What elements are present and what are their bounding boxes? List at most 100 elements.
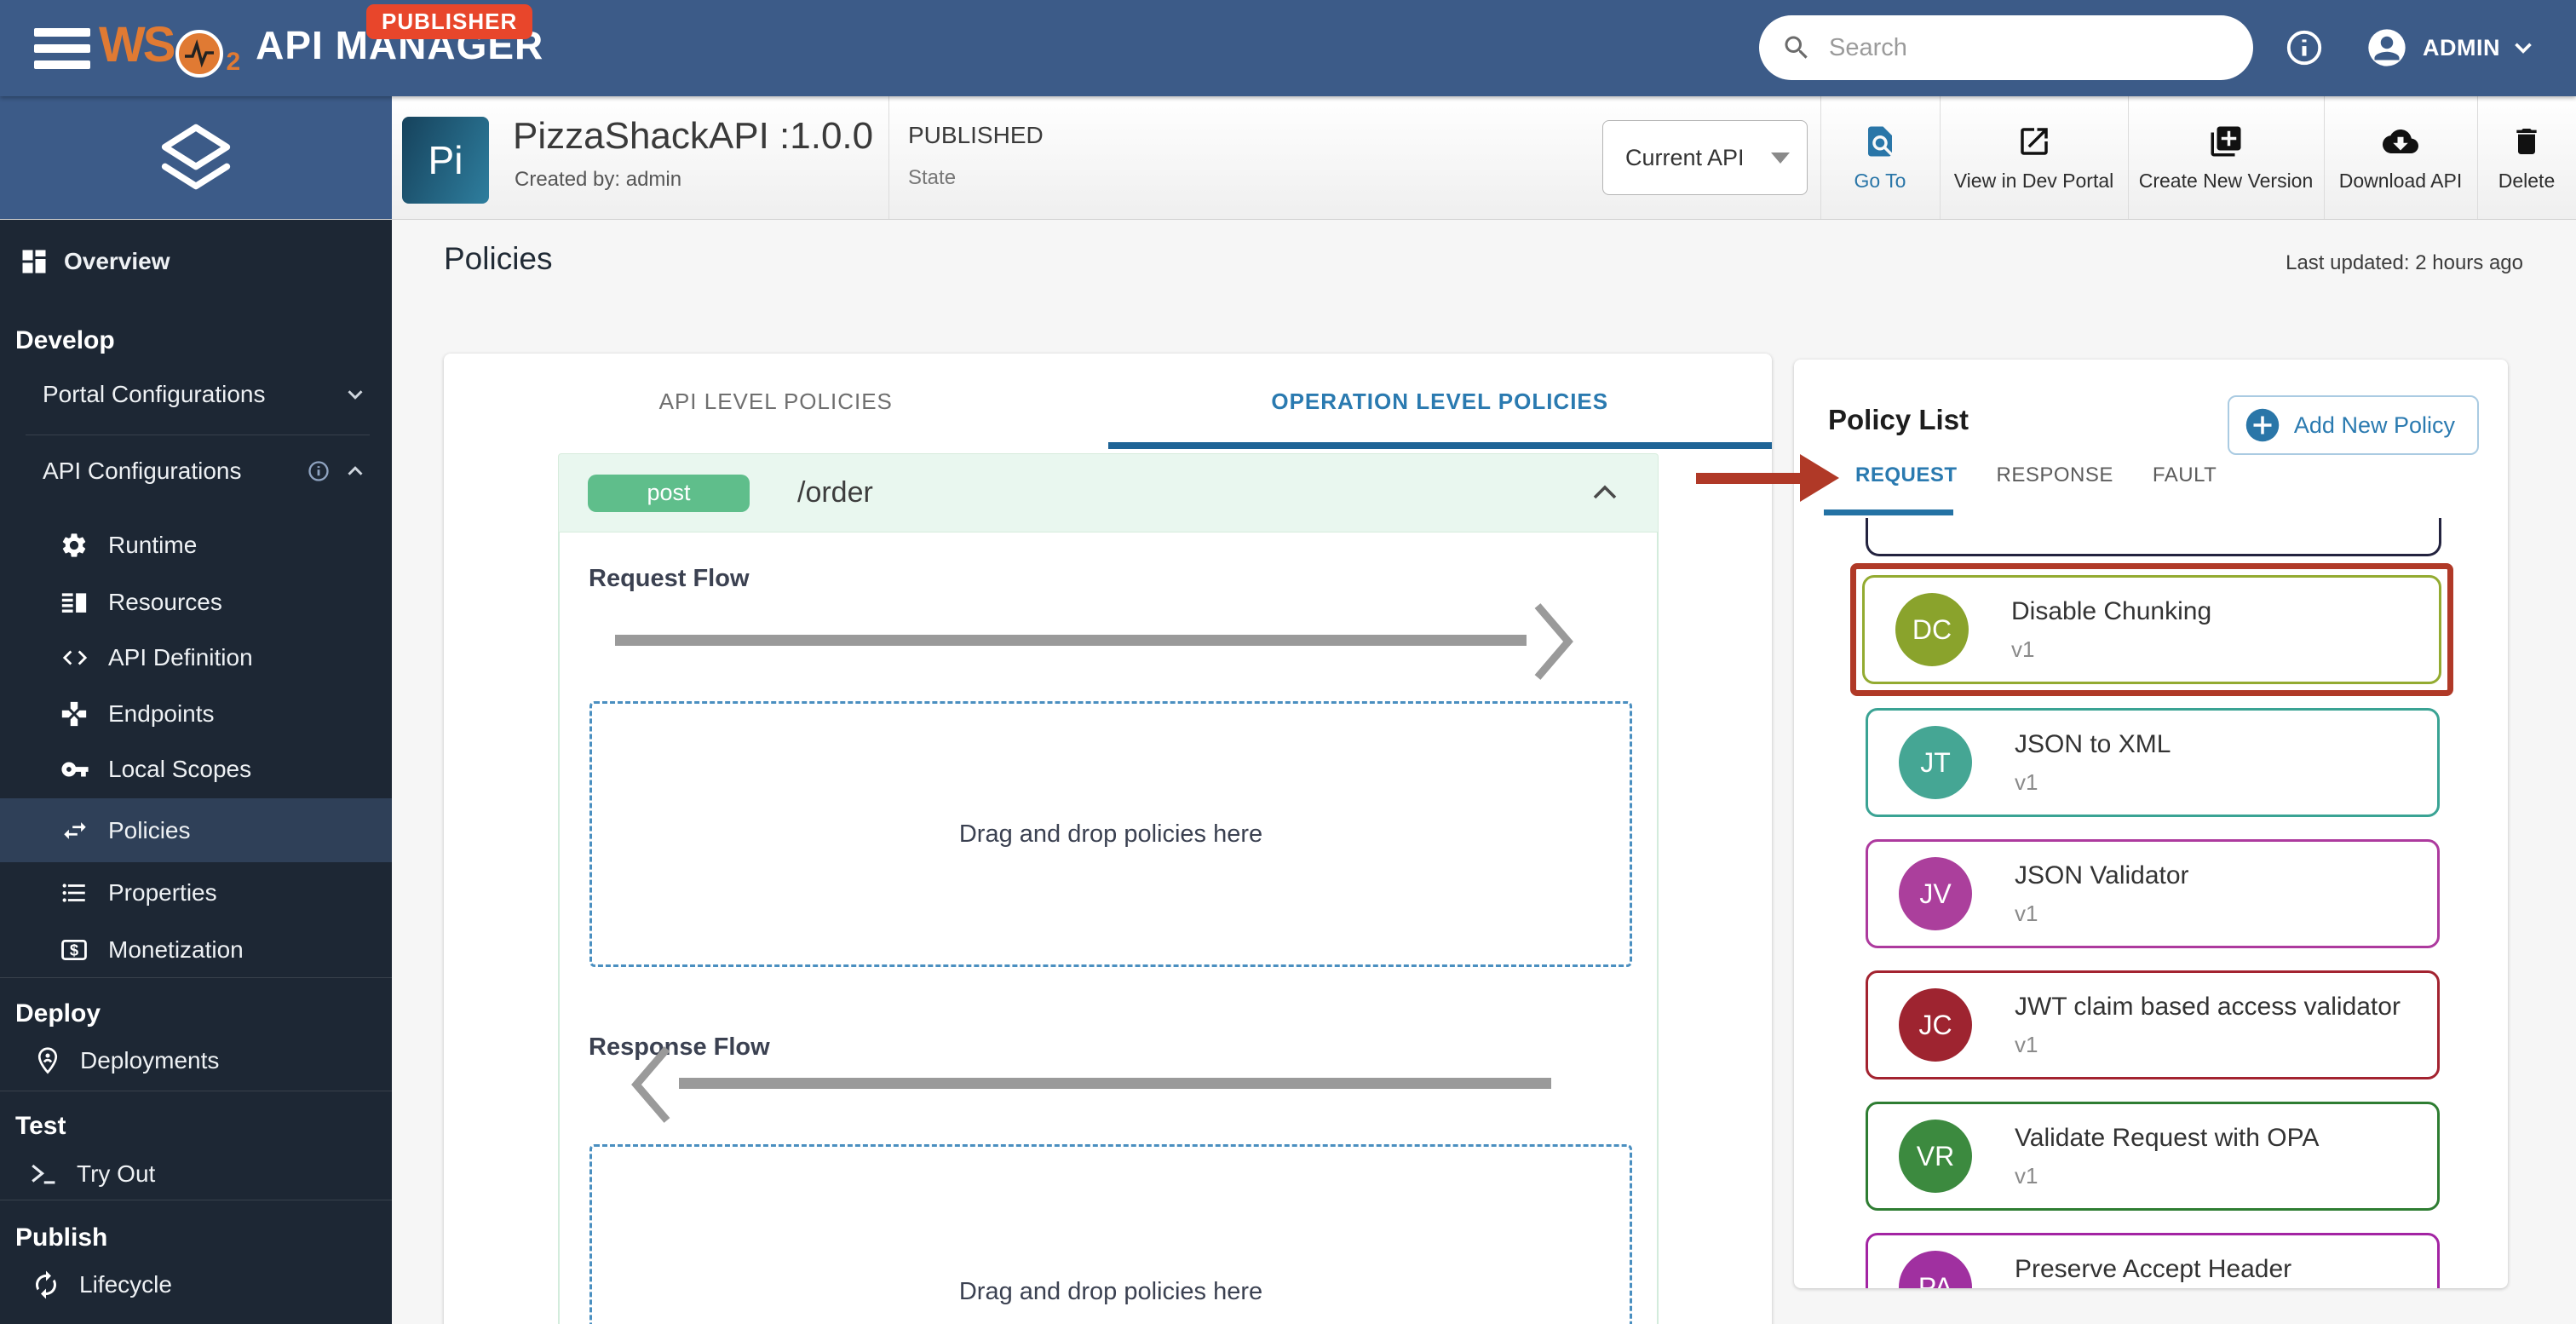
policy-card-partial[interactable]: [1866, 518, 2441, 556]
request-flow-dropzone[interactable]: Drag and drop policies here: [589, 701, 1632, 967]
global-search: [1759, 15, 2253, 80]
tab-operation-level-policies[interactable]: OPERATION LEVEL POLICIES: [1108, 354, 1773, 449]
trash-icon: [2516, 128, 2537, 154]
sidebar-item-monetization[interactable]: $ Monetization: [0, 926, 392, 974]
sidebar-item-resources[interactable]: Resources: [0, 579, 392, 626]
policy-avatar: PA: [1899, 1251, 1972, 1288]
user-avatar-icon: [2365, 26, 2409, 70]
policy-card-jwt-claim-validator[interactable]: JC JWT claim based access validator v1: [1866, 970, 2440, 1079]
sidebar-item-label: API Configurations: [43, 458, 242, 484]
policy-version: v1: [2015, 1031, 2038, 1057]
api-created-by: Created by: admin: [515, 168, 682, 191]
policy-level-tabs: API LEVEL POLICIES OPERATION LEVEL POLIC…: [444, 354, 1772, 449]
sidebar-item-label: Policies: [108, 816, 191, 843]
annotation-arrow: [1696, 454, 1839, 502]
sidebar-item-label: Try Out: [77, 1160, 156, 1187]
policy-card-preserve-accept-header[interactable]: PA Preserve Accept Header v1: [1866, 1233, 2440, 1288]
sidebar-item-policies[interactable]: Policies: [0, 798, 392, 862]
operation-accordion-body: Request Flow Drag and drop policies here…: [558, 532, 1659, 1324]
response-flow-dropzone[interactable]: Drag and drop policies here: [589, 1144, 1632, 1324]
tab-request[interactable]: REQUEST: [1850, 463, 1963, 487]
search-input[interactable]: [1827, 32, 2231, 63]
sidebar-item-api-configurations[interactable]: API Configurations: [0, 447, 392, 495]
policy-avatar: JC: [1899, 988, 1972, 1062]
add-new-policy-button[interactable]: Add New Policy: [2227, 395, 2479, 455]
swap-arrows-icon: [60, 816, 90, 845]
policy-card-json-to-xml[interactable]: JT JSON to XML v1: [1866, 708, 2440, 817]
sidebar-item-label: Overview: [64, 248, 170, 274]
sidebar-item-api-definition[interactable]: API Definition: [0, 634, 392, 682]
sidebar-item-runtime[interactable]: Runtime: [0, 521, 392, 569]
menu-icon[interactable]: [34, 28, 90, 69]
flow-arrow-left-icon: [631, 1046, 670, 1123]
section-header-publish: Publish: [15, 1223, 108, 1252]
open-in-new-icon: [2020, 127, 2048, 155]
policy-card-json-validator[interactable]: JV JSON Validator v1: [1866, 839, 2440, 948]
monetization-icon: $: [60, 935, 89, 964]
policy-name: JWT claim based access validator: [2015, 992, 2401, 1021]
section-header-deploy: Deploy: [15, 999, 101, 1028]
svg-text:$: $: [70, 941, 78, 958]
sidebar-item-label: Endpoints: [108, 700, 215, 727]
policy-name: Preserve Accept Header: [2015, 1254, 2292, 1283]
response-flow-line: [679, 1078, 1551, 1089]
tab-api-level-policies[interactable]: API LEVEL POLICIES: [444, 354, 1108, 449]
api-state-label: State: [908, 166, 957, 189]
http-method-badge: post: [588, 474, 750, 512]
sidebar-item-label: Resources: [108, 589, 222, 615]
sidebar-item-overview[interactable]: Overview: [0, 238, 392, 285]
overview-grid-icon: [19, 246, 49, 277]
response-flow-label: Response Flow: [589, 1033, 770, 1061]
tab-response[interactable]: RESPONSE: [1992, 463, 2119, 487]
policy-version: v1: [2011, 636, 2035, 662]
sidebar-item-endpoints[interactable]: Endpoints: [0, 690, 392, 738]
operation-accordion: post /order Request Flow Drag and drop p…: [558, 453, 1659, 1324]
sidebar-item-label: Deployments: [80, 1047, 220, 1074]
sidebar-item-portal-configurations[interactable]: Portal Configurations: [0, 371, 392, 418]
add-new-policy-label: Add New Policy: [2293, 412, 2455, 438]
sidebar-item-label: Runtime: [108, 532, 198, 558]
last-updated-text: Last updated: 2 hours ago: [2286, 251, 2523, 274]
policy-version: v1: [2015, 768, 2038, 795]
section-header-test: Test: [15, 1112, 66, 1140]
create-new-version-button[interactable]: Create New Version: [2128, 96, 2324, 219]
info-button[interactable]: [2285, 28, 2324, 67]
resources-icon: [60, 588, 89, 617]
policy-card-validate-request-opa[interactable]: VR Validate Request with OPA v1: [1866, 1102, 2440, 1211]
api-avatar: Pi: [402, 117, 489, 204]
action-label: Delete: [2498, 169, 2556, 192]
policy-version: v1: [2015, 900, 2038, 926]
section-header-develop: Develop: [15, 326, 115, 354]
endpoints-icon: [60, 699, 89, 728]
page-title: Policies: [444, 241, 553, 276]
sidebar-item-lifecycle[interactable]: Lifecycle: [0, 1261, 392, 1309]
policy-card-disable-chunking[interactable]: DC Disable Chunking v1: [1862, 575, 2441, 684]
sidebar-item-try-out[interactable]: Try Out: [0, 1150, 392, 1198]
list-icon: [60, 878, 89, 907]
terminal-icon: [27, 1160, 60, 1189]
download-api-button[interactable]: Download API: [2324, 96, 2477, 219]
policy-name: JSON Validator: [2015, 861, 2189, 889]
chevron-up-icon[interactable]: [1590, 480, 1620, 505]
publisher-layers-logo: [0, 96, 392, 219]
policy-avatar: DC: [1895, 593, 1969, 666]
info-icon: [308, 461, 329, 481]
sidebar-item-properties[interactable]: Properties: [0, 869, 392, 917]
find-in-page-icon: [1868, 126, 1892, 156]
sidebar-item-deployments[interactable]: Deployments: [0, 1037, 392, 1085]
chevron-up-icon: [348, 466, 363, 475]
operation-accordion-header[interactable]: post /order: [558, 453, 1659, 532]
chevron-down-icon: [2515, 43, 2532, 54]
go-to-button[interactable]: Go To: [1820, 96, 1940, 219]
policy-list-title: Policy List: [1828, 404, 1969, 435]
sidebar-item-local-scopes[interactable]: Local Scopes: [0, 745, 392, 793]
dropzone-hint: Drag and drop policies here: [958, 820, 1263, 848]
divider: [0, 977, 392, 978]
version-selector[interactable]: Current API: [1602, 120, 1808, 195]
policy-name: Validate Request with OPA: [2015, 1123, 2320, 1152]
user-menu[interactable]: ADMIN: [2365, 26, 2538, 70]
delete-button[interactable]: Delete: [2477, 96, 2576, 219]
tab-fault[interactable]: FAULT: [2148, 463, 2222, 487]
view-in-dev-portal-button[interactable]: View in Dev Portal: [1940, 96, 2128, 219]
publisher-badge: PUBLISHER: [366, 4, 533, 39]
